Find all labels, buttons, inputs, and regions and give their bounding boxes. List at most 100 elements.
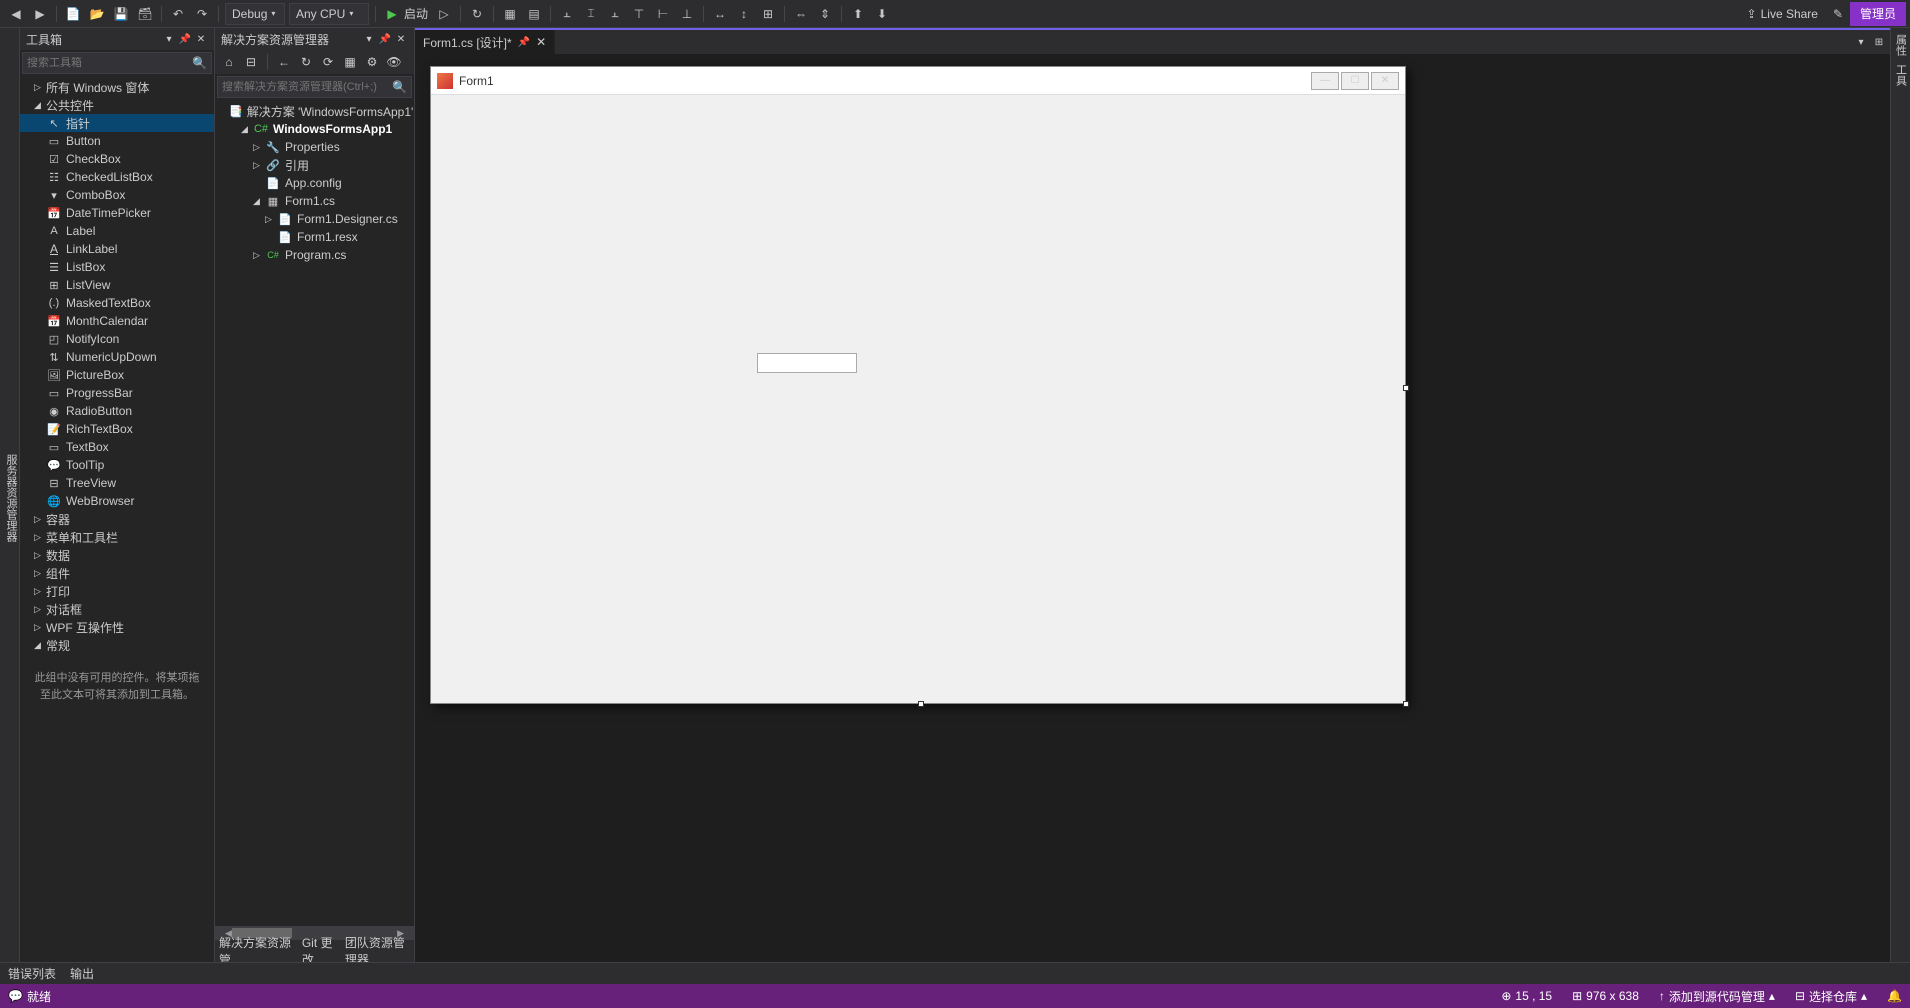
group-wpf[interactable]: ▷WPF 互操作性 bbox=[20, 618, 214, 636]
nav-fwd-icon[interactable]: ▶ bbox=[29, 3, 51, 25]
pin-icon[interactable]: 📌 bbox=[378, 32, 392, 46]
group-all-forms[interactable]: ▷所有 Windows 窗体 bbox=[20, 78, 214, 96]
status-source-control[interactable]: ↑添加到源代码管理▴ bbox=[1659, 988, 1775, 1005]
textbox-control[interactable] bbox=[757, 353, 857, 373]
tab-menu-icon[interactable]: ▾ bbox=[1854, 35, 1868, 49]
close-icon[interactable]: ✕ bbox=[1371, 72, 1399, 90]
item-label[interactable]: ALabel bbox=[20, 222, 214, 240]
item-pointer[interactable]: ↖指针 bbox=[20, 114, 214, 132]
layout-icon-2[interactable]: ▤ bbox=[523, 3, 545, 25]
group-printing[interactable]: ▷打印 bbox=[20, 582, 214, 600]
close-icon[interactable]: ✕ bbox=[394, 32, 408, 46]
hspace-icon[interactable]: ⇔ bbox=[790, 3, 812, 25]
align-top-icon[interactable]: ⊤ bbox=[628, 3, 650, 25]
size-both-icon[interactable]: ⊞ bbox=[757, 3, 779, 25]
item-monthcalendar[interactable]: 📅MonthCalendar bbox=[20, 312, 214, 330]
tab-output[interactable]: 输出 bbox=[70, 965, 94, 982]
toolbox-search-input[interactable] bbox=[27, 57, 192, 69]
align-center-icon[interactable]: ⌶ bbox=[580, 3, 602, 25]
item-numericupdown[interactable]: ⇅NumericUpDown bbox=[20, 348, 214, 366]
toolbox-search[interactable]: 🔍 bbox=[22, 52, 212, 74]
layout-icon-1[interactable]: ▦ bbox=[499, 3, 521, 25]
size-width-icon[interactable]: ↔ bbox=[709, 3, 731, 25]
dropdown-icon[interactable]: ▾ bbox=[362, 32, 376, 46]
minimize-icon[interactable]: — bbox=[1311, 72, 1339, 90]
notification-icon[interactable]: 🔔 bbox=[1887, 989, 1902, 1003]
item-datetimepicker[interactable]: 📅DateTimePicker bbox=[20, 204, 214, 222]
item-webbrowser[interactable]: 🌐WebBrowser bbox=[20, 492, 214, 510]
tab-form1-design[interactable]: Form1.cs [设计]* 📌 ✕ bbox=[415, 30, 555, 54]
item-listbox[interactable]: ☰ListBox bbox=[20, 258, 214, 276]
solex-search-input[interactable] bbox=[222, 81, 392, 93]
status-select-repo[interactable]: ⊟ 选择仓库▴ bbox=[1795, 988, 1867, 1005]
item-richtextbox[interactable]: 📝RichTextBox bbox=[20, 420, 214, 438]
start-icon[interactable]: ▶ bbox=[381, 3, 403, 25]
align-right-icon[interactable]: ⫠ bbox=[604, 3, 626, 25]
preview-icon[interactable]: 👁 bbox=[384, 52, 404, 72]
form1-window[interactable]: Form1 — ☐ ✕ bbox=[430, 66, 1406, 704]
redo-icon[interactable]: ↷ bbox=[191, 3, 213, 25]
tab-solex[interactable]: 解决方案资源管... bbox=[219, 934, 292, 962]
group-menus[interactable]: ▷菜单和工具栏 bbox=[20, 528, 214, 546]
dropdown-icon[interactable]: ▾ bbox=[162, 32, 176, 46]
form1designer-node[interactable]: ▷📄Form1.Designer.cs bbox=[215, 210, 414, 228]
item-button[interactable]: ▭Button bbox=[20, 132, 214, 150]
project-node[interactable]: ◢C#WindowsFormsApp1 bbox=[215, 120, 414, 138]
showall-icon[interactable]: ▦ bbox=[340, 52, 360, 72]
group-dialogs[interactable]: ▷对话框 bbox=[20, 600, 214, 618]
form1resx-node[interactable]: 📄Form1.resx bbox=[215, 228, 414, 246]
item-linklabel[interactable]: ALinkLabel bbox=[20, 240, 214, 258]
send-back-icon[interactable]: ⬇ bbox=[871, 3, 893, 25]
tab-pin-icon[interactable]: 📌 bbox=[518, 37, 530, 48]
tab-fullscreen-icon[interactable]: ⊞ bbox=[1872, 35, 1886, 49]
close-icon[interactable]: ✕ bbox=[194, 32, 208, 46]
solex-search[interactable]: 🔍 bbox=[217, 76, 412, 98]
admin-badge[interactable]: 管理员 bbox=[1850, 2, 1906, 26]
programcs-node[interactable]: ▷C#Program.cs bbox=[215, 246, 414, 264]
start-no-debug-icon[interactable]: ▷ bbox=[433, 3, 455, 25]
group-general[interactable]: ◢常规 bbox=[20, 636, 214, 654]
collapse-icon[interactable]: ⊟ bbox=[241, 52, 261, 72]
group-containers[interactable]: ▷容器 bbox=[20, 510, 214, 528]
item-textbox[interactable]: ▭TextBox bbox=[20, 438, 214, 456]
align-middle-icon[interactable]: ⊢ bbox=[652, 3, 674, 25]
design-canvas[interactable]: Form1 — ☐ ✕ bbox=[415, 54, 1890, 962]
references-node[interactable]: ▷🔗引用 bbox=[215, 156, 414, 174]
start-label[interactable]: 启动 bbox=[404, 5, 428, 22]
config-dropdown[interactable]: Debug▾ bbox=[225, 3, 285, 25]
refresh-icon[interactable]: ⟳ bbox=[318, 52, 338, 72]
nav-back-icon[interactable]: ◀ bbox=[5, 3, 27, 25]
item-progressbar[interactable]: ▭ProgressBar bbox=[20, 384, 214, 402]
group-common[interactable]: ◢公共控件 bbox=[20, 96, 214, 114]
properties-tab[interactable]: 属性 bbox=[1893, 34, 1909, 56]
align-bottom-icon[interactable]: ⊥ bbox=[676, 3, 698, 25]
platform-dropdown[interactable]: Any CPU▾ bbox=[289, 3, 369, 25]
step-icon[interactable]: ↻ bbox=[466, 3, 488, 25]
tab-git[interactable]: Git 更改 bbox=[302, 934, 335, 962]
nav-back-icon[interactable]: ← bbox=[274, 52, 294, 72]
group-data[interactable]: ▷数据 bbox=[20, 546, 214, 564]
tab-team[interactable]: 团队资源管理器 bbox=[345, 934, 410, 962]
maximize-icon[interactable]: ☐ bbox=[1341, 72, 1369, 90]
live-share-button[interactable]: ⇪ Live Share bbox=[1739, 3, 1826, 25]
tab-errorlist[interactable]: 错误列表 bbox=[8, 965, 56, 982]
size-height-icon[interactable]: ↕ bbox=[733, 3, 755, 25]
resize-handle-right[interactable] bbox=[1403, 385, 1409, 391]
search-icon[interactable]: 🔍 bbox=[392, 80, 407, 94]
item-combobox[interactable]: ▾ComboBox bbox=[20, 186, 214, 204]
undo-icon[interactable]: ↶ bbox=[167, 3, 189, 25]
align-left-icon[interactable]: ⫠ bbox=[556, 3, 578, 25]
tools-tab[interactable]: 工具 bbox=[1893, 64, 1909, 86]
bring-front-icon[interactable]: ⬆ bbox=[847, 3, 869, 25]
open-icon[interactable]: 📂 bbox=[86, 3, 108, 25]
vspace-icon[interactable]: ⇕ bbox=[814, 3, 836, 25]
item-checkedlistbox[interactable]: ☷CheckedListBox bbox=[20, 168, 214, 186]
form-body[interactable] bbox=[431, 95, 1405, 703]
appconfig-node[interactable]: 📄App.config bbox=[215, 174, 414, 192]
pin-icon[interactable]: 📌 bbox=[178, 32, 192, 46]
home-icon[interactable]: ⌂ bbox=[219, 52, 239, 72]
solution-node[interactable]: 📑解决方案 'WindowsFormsApp1' (1 个项 bbox=[215, 102, 414, 120]
group-components[interactable]: ▷组件 bbox=[20, 564, 214, 582]
item-picturebox[interactable]: 🖼PictureBox bbox=[20, 366, 214, 384]
save-all-icon[interactable]: 🗃 bbox=[134, 3, 156, 25]
